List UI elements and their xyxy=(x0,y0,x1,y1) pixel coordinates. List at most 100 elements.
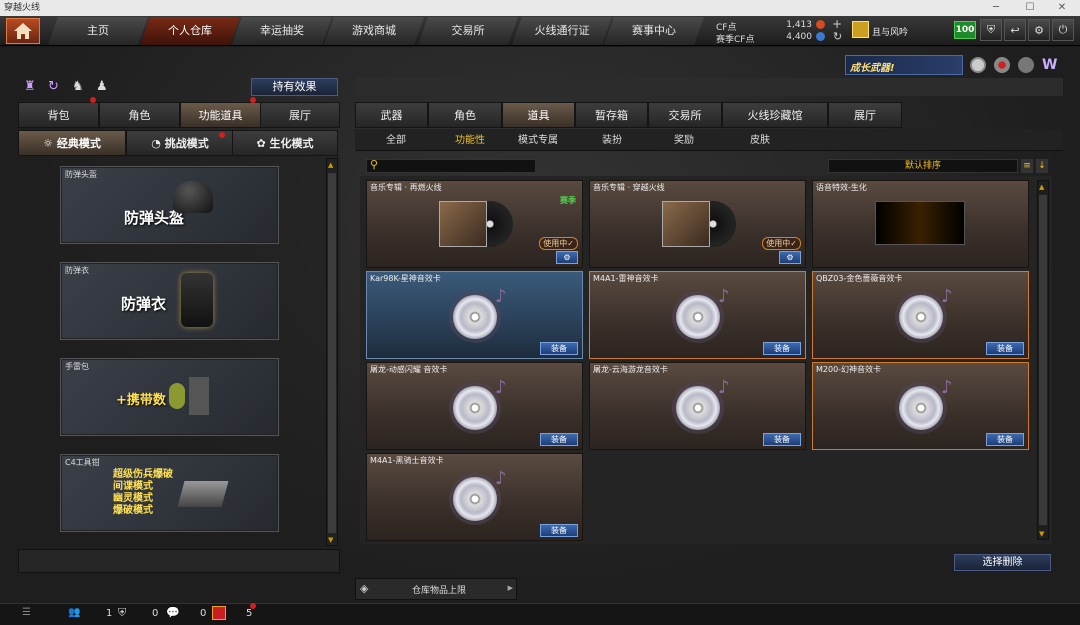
subcategory-tab[interactable]: 奖励 xyxy=(654,131,714,151)
mode-tab[interactable]: ☼ 经典模式 xyxy=(18,130,126,156)
search-box[interactable]: ⚲ xyxy=(366,158,536,173)
subcategory-tab[interactable]: 皮肤 xyxy=(730,131,790,151)
left-tab[interactable]: 功能道具 xyxy=(180,102,261,128)
item-card[interactable]: 音乐专辑 · 穿越火线 使用中✓ ⚙ xyxy=(589,180,806,268)
item-card[interactable]: Kar98K-星神音效卡 ♪ 装备 xyxy=(366,271,583,359)
exit-room-button[interactable]: ↩ xyxy=(1004,19,1026,41)
home-button[interactable] xyxy=(6,18,40,44)
scroll-up-arrow[interactable]: ▲ xyxy=(1039,183,1044,191)
settings-button[interactable]: ⚙ xyxy=(556,251,578,264)
item-card[interactable]: 屠龙-云海游龙音效卡 ♪ 装备 xyxy=(589,362,806,450)
item-card[interactable]: M200-幻神音效卡 ♪ 装备 xyxy=(812,362,1029,450)
left-tab[interactable]: 展厅 xyxy=(260,102,340,128)
w-logo-icon[interactable]: W xyxy=(1042,57,1057,73)
clan-icon[interactable]: ⛨ xyxy=(118,606,126,620)
scroll-down-arrow[interactable]: ▼ xyxy=(328,536,336,544)
ranking-icon[interactable]: ♜ xyxy=(24,79,36,94)
menu-icon[interactable]: ☰ xyxy=(22,607,31,618)
helmet-card[interactable]: 防弹头盔 防弹头盔 xyxy=(60,166,279,244)
item-card[interactable]: M4A1-雷神音效卡 ♪ 装备 xyxy=(589,271,806,359)
figure-icon[interactable]: ♞ xyxy=(72,79,84,94)
target-icon[interactable] xyxy=(994,57,1010,73)
equip-button[interactable]: 装备 xyxy=(763,433,801,446)
equip-button[interactable]: 装备 xyxy=(540,433,578,446)
card-caption: 手雷包 xyxy=(65,362,89,371)
sound-disc-icon xyxy=(675,385,720,430)
refresh-icon[interactable]: ↻ xyxy=(833,30,842,43)
category-tab[interactable]: 展厅 xyxy=(828,102,902,128)
right-scrollbar[interactable]: ▲ ▼ xyxy=(1037,180,1049,540)
minimize-button[interactable]: ─ xyxy=(982,0,1010,16)
sound-disc-icon xyxy=(452,294,497,339)
item-card[interactable]: 音乐专辑 · 再燃火线 使用中✓ ⚙ 赛季 xyxy=(366,180,583,268)
vest-card[interactable]: 防弹衣 防弹衣 xyxy=(60,262,279,340)
item-card[interactable]: M4A1-黑骑士音效卡 ♪ 装备 xyxy=(366,453,583,541)
equip-button[interactable]: 装备 xyxy=(986,342,1024,355)
gear-badge-icon[interactable] xyxy=(1018,57,1034,73)
subcategory-tab[interactable]: 功能性 xyxy=(440,131,500,151)
nav-tab[interactable]: 主页 xyxy=(48,17,148,45)
notification-dot xyxy=(219,132,225,138)
scroll-up-arrow[interactable]: ▲ xyxy=(328,161,336,169)
settings-button[interactable]: ⚙ xyxy=(779,251,801,264)
bag-icon[interactable]: ♟ xyxy=(96,79,108,94)
power-button[interactable]: ⏻ xyxy=(1052,19,1074,41)
item-card[interactable]: 屠龙-动感闪耀 音效卡 ♪ 装备 xyxy=(366,362,583,450)
equip-button[interactable]: 装备 xyxy=(540,524,578,537)
subcategory-tab[interactable]: 模式专属 xyxy=(508,131,568,151)
nav-tab[interactable]: 火线通行证 xyxy=(512,17,612,45)
equip-button[interactable]: 装备 xyxy=(540,342,578,355)
select-delete-button[interactable]: 选择删除 xyxy=(954,554,1051,571)
sort-direction-icon[interactable]: ↓ xyxy=(1036,159,1048,173)
left-tab[interactable]: 角色 xyxy=(99,102,180,128)
storage-limit-bar[interactable]: ◈ 仓库物品上限 ▶ xyxy=(355,578,517,600)
sort-dropdown[interactable]: 默认排序 xyxy=(828,159,1018,173)
search-input[interactable] xyxy=(381,160,531,172)
add-cf-button[interactable]: + xyxy=(832,17,842,31)
list-view-icon[interactable]: ≡ xyxy=(1021,159,1033,173)
chat-icon[interactable]: 💬 xyxy=(166,606,180,619)
equip-button[interactable]: 装备 xyxy=(986,433,1024,446)
avatar[interactable] xyxy=(852,21,869,38)
voucher-label: 赛季CF点 xyxy=(716,35,755,45)
holding-effect-button[interactable]: 持有效果 xyxy=(251,78,338,96)
settings-button[interactable]: ⚙ xyxy=(1028,19,1050,41)
right-scroll-thumb[interactable] xyxy=(1039,195,1047,525)
nav-tab[interactable]: 游戏商城 xyxy=(324,17,424,45)
window-title: 穿越火线 xyxy=(4,3,41,13)
scroll-down-arrow[interactable]: ▼ xyxy=(1039,530,1044,538)
left-tab[interactable]: 背包 xyxy=(18,102,99,128)
close-button[interactable]: ✕ xyxy=(1048,0,1076,16)
season-badge: 赛季 xyxy=(560,196,576,205)
mode-tab[interactable]: ◔ 挑战模式 xyxy=(126,130,234,156)
cycle-icon[interactable]: ↻ xyxy=(48,79,59,94)
equip-button[interactable]: 装备 xyxy=(763,342,801,355)
nav-tab[interactable]: 个人仓库 xyxy=(140,17,240,45)
category-tab[interactable]: 武器 xyxy=(355,102,428,128)
rank-button[interactable]: ⛨ xyxy=(980,19,1002,41)
nav-tab[interactable]: 交易所 xyxy=(418,17,518,45)
category-tab[interactable]: 角色 xyxy=(428,102,502,128)
nav-tab[interactable]: 赛事中心 xyxy=(604,17,704,45)
maximize-button[interactable]: ☐ xyxy=(1016,0,1044,16)
left-scroll-thumb[interactable] xyxy=(328,173,336,533)
c4-tool-card[interactable]: C4工具钳 超级伤兵爆破 间谍模式 幽灵模式 爆破模式 xyxy=(60,454,279,532)
nav-tab[interactable]: 幸运抽奖 xyxy=(232,17,332,45)
subcategory-tab[interactable]: 全部 xyxy=(366,131,426,151)
mode-tab[interactable]: ✿ 生化模式 xyxy=(232,130,338,156)
grenade-pack-card[interactable]: 手雷包 +携带数 xyxy=(60,358,279,436)
category-tab[interactable]: 交易所 xyxy=(648,102,722,128)
gift-icon[interactable] xyxy=(212,606,226,620)
category-tab[interactable]: 暂存箱 xyxy=(575,102,648,128)
item-card[interactable]: QBZ03-金色蔷薇音效卡 ♪ 装备 xyxy=(812,271,1029,359)
item-card[interactable]: 语音特效-生化 xyxy=(812,180,1029,268)
left-scrollbar[interactable]: ▲ ▼ xyxy=(326,158,338,546)
banner-text: 成长武器! xyxy=(850,63,895,74)
friends-icon[interactable]: 👥 xyxy=(68,607,80,618)
category-tab[interactable]: 火线珍藏馆 xyxy=(722,102,828,128)
clan-count: 0 xyxy=(152,608,159,619)
category-tab[interactable]: 道具 xyxy=(502,102,575,128)
subcategory-tab[interactable]: 装扮 xyxy=(582,131,642,151)
growth-weapon-banner[interactable]: 成长武器! xyxy=(845,55,963,75)
badge-icon[interactable] xyxy=(970,57,986,73)
